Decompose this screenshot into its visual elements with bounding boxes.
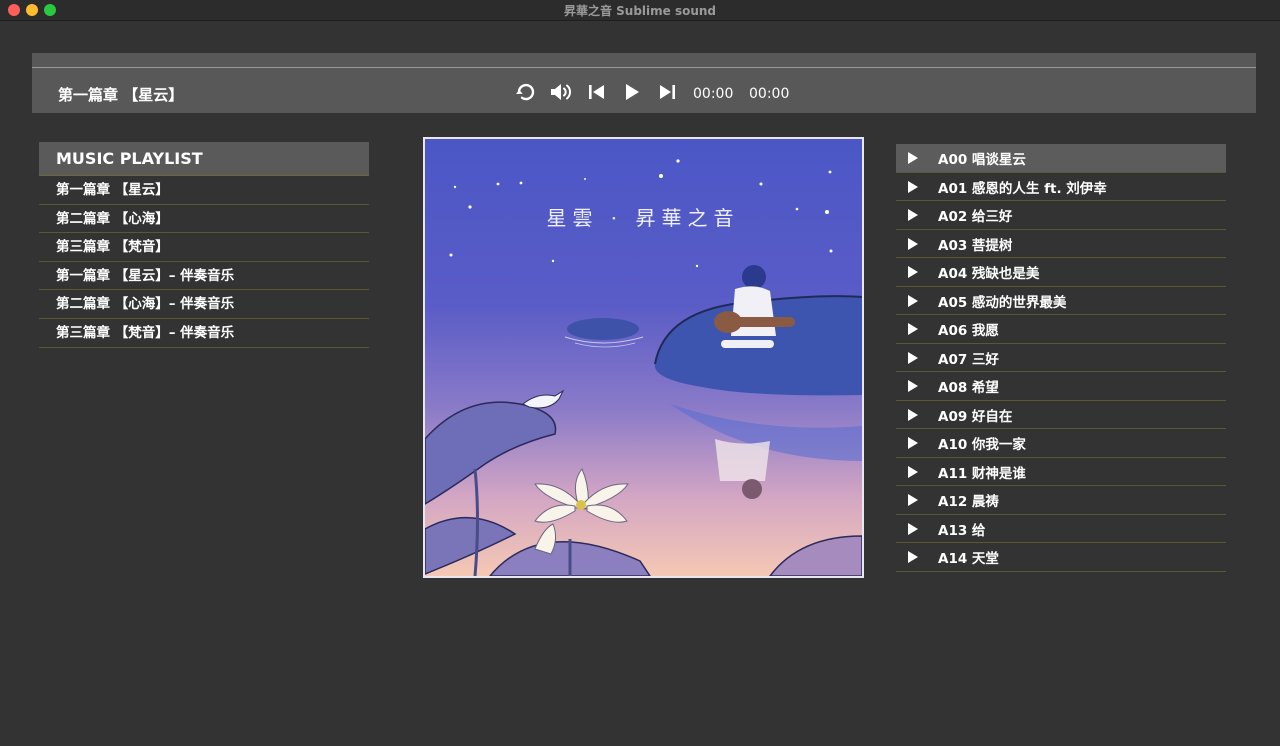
track-title: A09 好自在 (938, 408, 1013, 425)
window-title: 昇華之音 Sublime sound (563, 4, 717, 18)
track-title: A04 残缺也是美 (938, 266, 1040, 282)
track-row[interactable]: A03 菩提树 (896, 230, 1226, 258)
album-title-text: 星雲 · 昇華之音 (546, 206, 739, 230)
progress-bar[interactable] (32, 67, 1256, 68)
play-icon (908, 494, 918, 506)
album-artwork: 星雲 · 昇華之音 (425, 139, 862, 576)
play-button[interactable] (620, 81, 644, 103)
track-title: A13 给 (938, 522, 986, 539)
play-icon (908, 351, 918, 364)
track-row[interactable]: A08 希望 (896, 372, 1226, 401)
next-button[interactable] (655, 81, 679, 103)
play-icon (908, 209, 918, 221)
track-list: A00 唱谈星云 A01 感恩的人生 ft. 刘伊幸 A02 给三好 A03 菩… (896, 144, 1226, 572)
track-title: A12 晨祷 (938, 494, 999, 510)
play-icon (908, 152, 918, 164)
playlist-item[interactable]: 第二篇章 【心海】 (39, 205, 369, 234)
next-icon (660, 85, 675, 99)
track-row[interactable]: A06 我愿 (896, 315, 1226, 344)
track-row[interactable]: A09 好自在 (896, 401, 1226, 429)
play-icon (908, 408, 918, 421)
volume-button[interactable] (549, 81, 573, 103)
duration-time: 00:00 (749, 86, 790, 102)
previous-button[interactable] (585, 81, 609, 103)
repeat-button[interactable] (514, 81, 538, 103)
track-row[interactable]: A00 唱谈星云 (896, 144, 1226, 173)
track-title: A01 感恩的人生 ft. 刘伊幸 (938, 180, 1107, 197)
track-title: A08 希望 (938, 380, 999, 396)
play-icon (908, 465, 918, 478)
track-title: A14 天堂 (938, 551, 999, 567)
playlist-header: MUSIC PLAYLIST (39, 142, 369, 176)
play-icon (908, 323, 918, 335)
track-row[interactable]: A10 你我一家 (896, 429, 1226, 458)
play-icon (626, 84, 639, 100)
play-icon (908, 237, 918, 250)
track-row[interactable]: A14 天堂 (896, 543, 1226, 572)
volume-icon (551, 84, 571, 100)
player-bar: 第一篇章 【星云】 00:00 00:00 (32, 53, 1256, 113)
play-icon (908, 380, 918, 392)
repeat-icon (516, 83, 535, 101)
current-time: 00:00 (693, 86, 734, 102)
play-icon (908, 180, 918, 193)
album-cover: 星雲 · 昇華之音 (423, 137, 864, 578)
track-title: A06 我愿 (938, 323, 999, 339)
play-icon (908, 294, 918, 307)
track-title: A02 给三好 (938, 209, 1013, 225)
playlist-item[interactable]: 第一篇章 【星云】– 伴奏音乐 (39, 262, 369, 291)
window-titlebar: 昇華之音 Sublime sound (0, 0, 1280, 21)
track-title: A07 三好 (938, 351, 999, 368)
playlist-item[interactable]: 第三篇章 【梵音】 (39, 233, 369, 262)
play-icon (908, 522, 918, 535)
track-row[interactable]: A12 晨祷 (896, 486, 1226, 515)
previous-icon (589, 85, 604, 99)
track-row[interactable]: A11 财神是谁 (896, 458, 1226, 486)
track-row[interactable]: A01 感恩的人生 ft. 刘伊幸 (896, 173, 1226, 201)
track-title: A11 财神是谁 (938, 465, 1026, 482)
track-row[interactable]: A07 三好 (896, 344, 1226, 372)
track-row[interactable]: A02 给三好 (896, 201, 1226, 230)
track-title: A00 唱谈星云 (938, 152, 1026, 168)
playlist-item[interactable]: 第一篇章 【星云】 (39, 176, 369, 205)
play-icon (908, 266, 918, 278)
play-icon (908, 437, 918, 449)
track-row[interactable]: A04 残缺也是美 (896, 258, 1226, 287)
track-title: A05 感动的世界最美 (938, 294, 1067, 311)
now-playing-title: 第一篇章 【星云】 (58, 86, 184, 104)
playlist-item[interactable]: 第三篇章 【梵音】– 伴奏音乐 (39, 319, 369, 348)
track-row[interactable]: A05 感动的世界最美 (896, 287, 1226, 315)
playlist-item[interactable]: 第二篇章 【心海】– 伴奏音乐 (39, 290, 369, 319)
track-title: A10 你我一家 (938, 437, 1026, 453)
track-title: A03 菩提树 (938, 237, 1013, 254)
play-icon (908, 551, 918, 563)
track-row[interactable]: A13 给 (896, 515, 1226, 543)
music-playlist: MUSIC PLAYLIST 第一篇章 【星云】 第二篇章 【心海】 第三篇章 … (39, 142, 369, 348)
